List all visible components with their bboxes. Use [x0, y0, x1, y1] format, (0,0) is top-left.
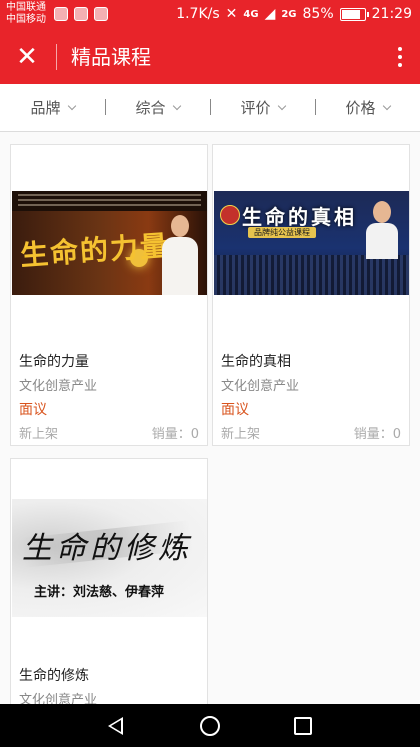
course-tag: 新上架: [221, 427, 261, 442]
filter-label: 价格: [345, 99, 376, 117]
chevron-down-icon: [67, 101, 76, 110]
system-nav-bar: [0, 704, 420, 747]
course-banner-image: 生命的真相 品牌纯公益课程: [214, 191, 409, 295]
status-bar: 中国联通 中国移动 1.7K/s ✕ 4G ◢ 2G 85% 21:29: [0, 0, 420, 30]
course-name: 生命的修炼: [19, 668, 89, 684]
filter-overall[interactable]: 综合: [105, 97, 210, 118]
banner-text-band: [12, 191, 207, 211]
course-card[interactable]: 生命的真相 品牌纯公益课程 生命的真相 文化创意产业 面议 新上架 销量：0: [212, 144, 410, 446]
chevron-down-icon: [277, 101, 286, 110]
banner-title: 生命的修炼: [22, 531, 192, 566]
app-bar: ✕ 精品课程: [0, 30, 420, 84]
net-speed: 1.7K/s: [176, 6, 220, 22]
course-category: 文化创意产业: [221, 379, 300, 394]
notification-icons: [54, 7, 108, 21]
signal-icon: ◢: [264, 6, 276, 22]
course-sales: 销量：0: [353, 427, 401, 442]
filter-label: 评价: [240, 99, 271, 117]
divider: [56, 44, 57, 70]
filter-bar: 品牌 综合 评价 价格: [0, 84, 420, 132]
carrier-2: 中国移动: [6, 14, 46, 25]
close-icon[interactable]: ✕: [12, 42, 42, 72]
audience-graphic: [214, 255, 409, 295]
course-sales: 销量：0: [151, 427, 199, 442]
course-price: 面议: [19, 402, 47, 418]
course-price: 面议: [221, 402, 249, 418]
banner-title: 生命的真相: [242, 205, 357, 229]
clock: 21:29: [371, 6, 412, 22]
chevron-down-icon: [172, 101, 181, 110]
more-menu-icon[interactable]: [392, 42, 408, 72]
mute-icon: ✕: [225, 6, 238, 22]
battery-percent: 85%: [302, 6, 334, 22]
filter-price[interactable]: 价格: [315, 97, 420, 118]
battery-fill: [341, 9, 361, 19]
chevron-down-icon: [382, 101, 391, 110]
notification-app-icon: [94, 7, 108, 21]
back-icon[interactable]: [108, 717, 123, 735]
carrier-1: 中国联通: [6, 2, 46, 13]
recent-apps-icon[interactable]: [294, 717, 312, 735]
filter-label: 综合: [135, 99, 166, 117]
speaker-figure: [364, 197, 400, 259]
course-name: 生命的真相: [221, 354, 291, 370]
notification-app-icon: [74, 7, 88, 21]
logo-icon: [220, 205, 240, 225]
banner-title: 生命的力量: [19, 228, 172, 273]
carrier-info: 中国联通 中国移动: [6, 2, 46, 26]
speaker-figure: [160, 209, 200, 295]
filter-rating[interactable]: 评价: [210, 97, 315, 118]
course-name: 生命的力量: [19, 354, 89, 370]
course-card[interactable]: 生命的力量 生命的力量 文化创意产业 面议 新上架 销量：0: [10, 144, 208, 446]
banner-subtitle: 品牌纯公益课程: [248, 227, 316, 238]
battery-icon: [339, 7, 369, 21]
home-icon[interactable]: [200, 716, 220, 736]
course-grid: 生命的力量 生命的力量 文化创意产业 面议 新上架 销量：0 生命的真相 品牌纯…: [0, 132, 420, 704]
course-card[interactable]: 生命的修炼 主讲：刘法慈、伊春萍 生命的修炼 文化创意产业: [10, 458, 208, 704]
signal-2g: 2G: [281, 8, 297, 20]
course-category: 文化创意产业: [19, 379, 98, 394]
course-banner-image: 生命的力量: [12, 191, 207, 295]
signal-4g: 4G: [243, 8, 259, 20]
status-indicators: 1.7K/s ✕ 4G ◢ 2G 85% 21:29: [176, 6, 412, 22]
filter-label: 品牌: [30, 99, 61, 117]
course-banner-image: 生命的修炼 主讲：刘法慈、伊春萍: [12, 499, 207, 617]
notification-app-icon: [54, 7, 68, 21]
course-tag: 新上架: [19, 427, 59, 442]
page-title: 精品课程: [71, 45, 151, 69]
course-category: 文化创意产业: [19, 693, 98, 704]
filter-brand[interactable]: 品牌: [0, 97, 105, 118]
banner-subtitle: 主讲：刘法慈、伊春萍: [34, 585, 165, 600]
